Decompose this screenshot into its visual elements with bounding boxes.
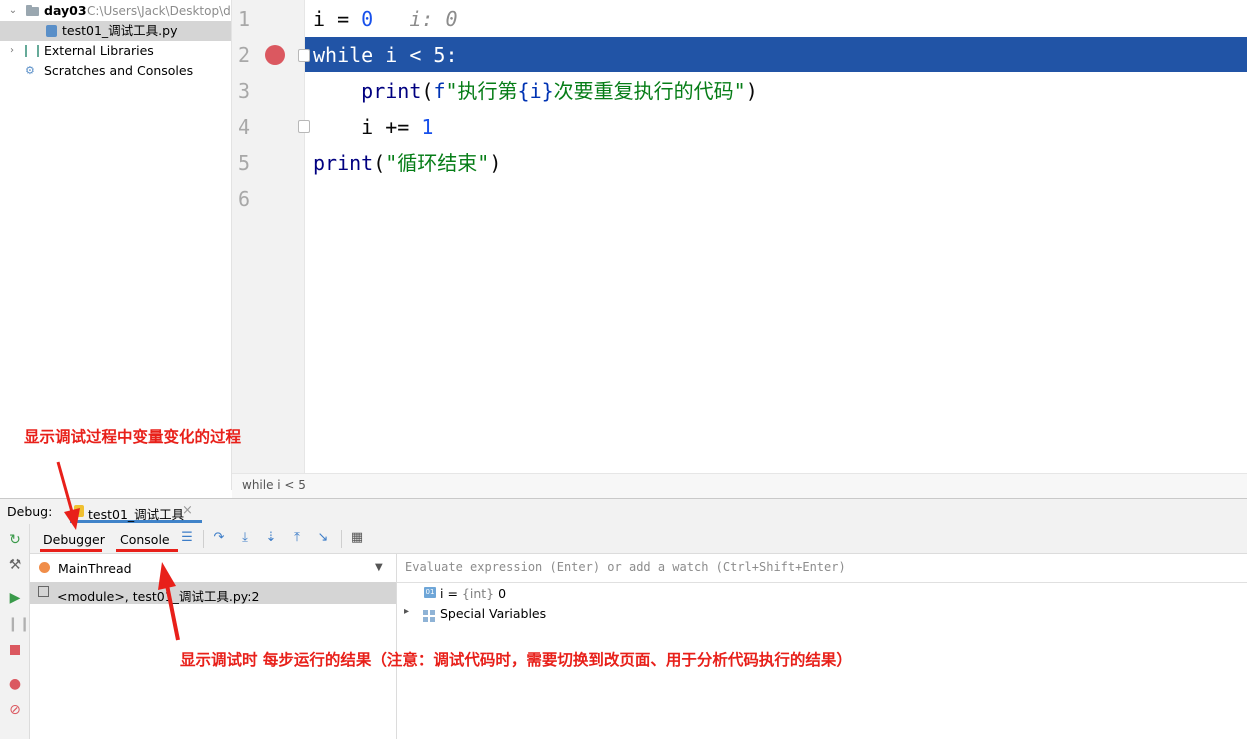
annotation-arrow-console — [158, 562, 180, 641]
annotation-arrows — [56, 461, 180, 641]
annotation-arrow-debugger — [56, 461, 80, 530]
